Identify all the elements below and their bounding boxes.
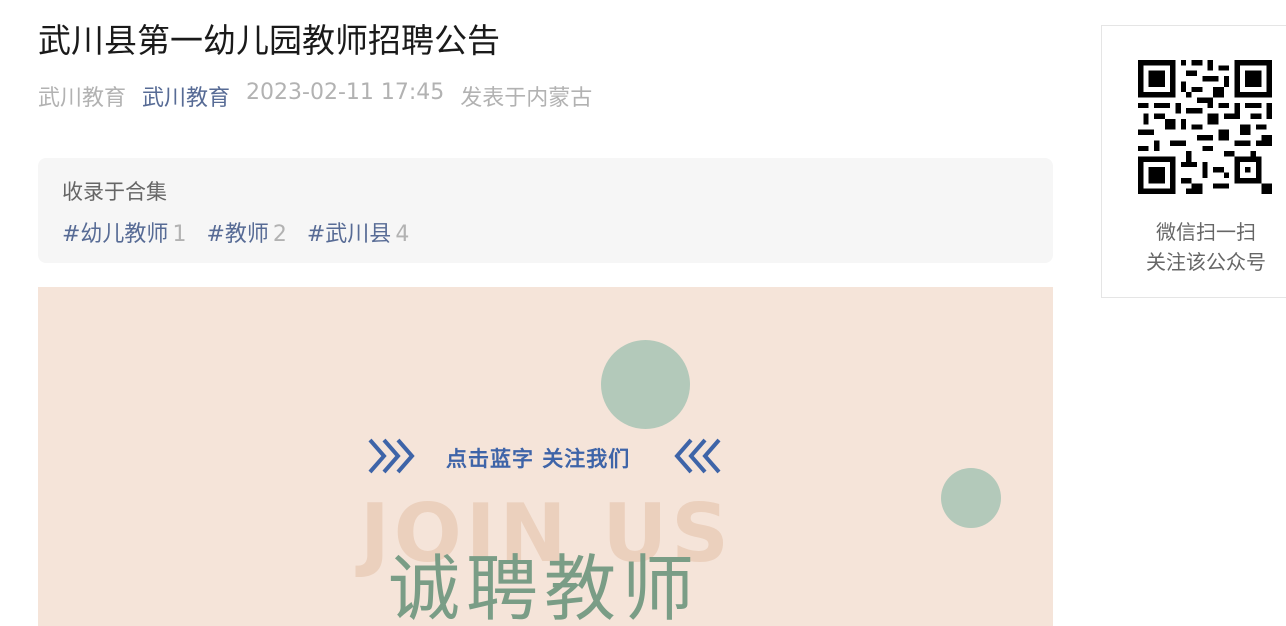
decorative-circle-large: [601, 340, 690, 429]
decorative-circle-small: [941, 468, 1001, 528]
account-link[interactable]: 武川教育: [142, 80, 230, 112]
tag-name: #教师: [206, 222, 269, 247]
hiring-teachers-heading: 诚聘教师: [388, 547, 701, 626]
tag-count: 2: [272, 222, 287, 247]
publish-datetime: 2023-02-11 17:45: [246, 80, 445, 105]
tag-count: 4: [395, 222, 410, 247]
tag-name: #幼儿教师: [62, 222, 169, 247]
collection-tags: #幼儿教师 1 #教师 2 #武川县 4: [62, 216, 1029, 248]
collection-label: 收录于合集: [62, 180, 167, 204]
qr-follow-panel: 微信扫一扫 关注该公众号: [1101, 25, 1286, 298]
author-name: 武川教育: [38, 86, 127, 111]
qr-scan-text: 微信扫一扫: [1156, 220, 1256, 244]
chevrons-left-icon: [674, 438, 721, 474]
follow-us-text: 点击蓝字 关注我们: [446, 447, 631, 471]
qr-follow-text: 关注该公众号: [1146, 250, 1266, 274]
article-title: 武川县第一幼儿园教师招聘公告: [38, 21, 500, 60]
tag-name: #武川县: [306, 222, 392, 247]
tag-link-jiaoshi[interactable]: #教师 2: [206, 216, 286, 248]
qr-code-icon: [1138, 60, 1272, 194]
tag-count: 1: [172, 222, 187, 247]
collection-box: 收录于合集 #幼儿教师 1 #教师 2 #武川县 4: [38, 158, 1053, 263]
tag-link-wuchuanxian[interactable]: #武川县 4: [307, 216, 409, 248]
tag-link-youer-jiaoshi[interactable]: #幼儿教师 1: [62, 216, 186, 248]
recruitment-banner-image: 点击蓝字 关注我们 JOIN US 诚聘教师: [38, 287, 1053, 626]
publish-location: 发表于内蒙古: [460, 86, 593, 111]
chevrons-right-icon: [368, 438, 415, 474]
article-meta: 武川教育 武川教育 2023-02-11 17:45 发表于内蒙古: [38, 80, 592, 112]
